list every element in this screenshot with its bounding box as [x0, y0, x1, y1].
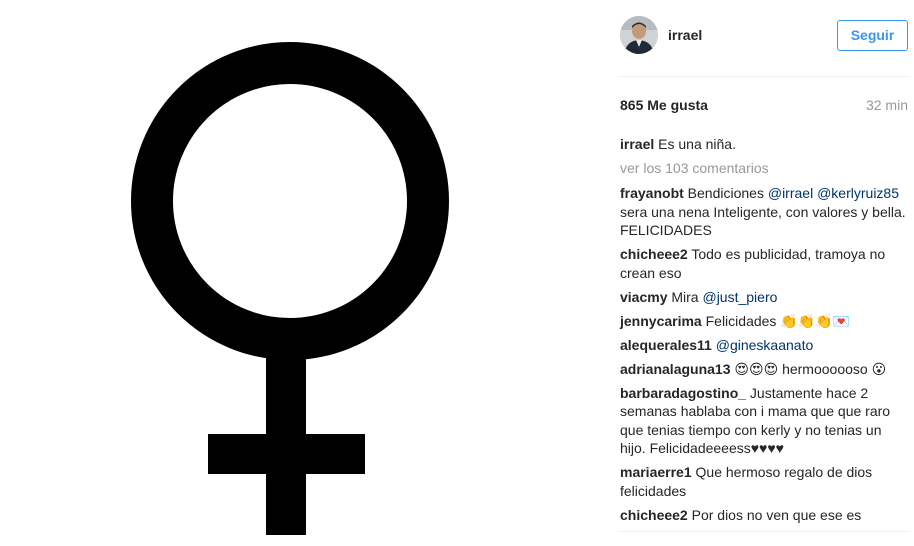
comment-username[interactable]: mariaerre1 [620, 464, 692, 480]
comment-username[interactable]: chicheee2 [620, 507, 688, 523]
comment-item: alequerales11 @gineskaanato [620, 336, 908, 355]
comment-item: jennycarima Felicidades 👏👏👏💌 [620, 312, 908, 331]
comment-text: Mira [667, 288, 703, 305]
comment-text: sera una nena Inteligente, con valores y… [620, 203, 906, 239]
view-all-comments-link[interactable]: ver los 103 comentarios [620, 160, 769, 176]
comment-username[interactable]: chicheee2 [620, 246, 688, 262]
post-header: irrael Seguir [620, 16, 908, 60]
comment-mention-link[interactable]: @irrael [768, 185, 813, 201]
comment-item: chicheee2 Por dios no ven que ese es [620, 506, 908, 525]
caption: irrael Es una niña. [620, 135, 908, 153]
comment-item: frayanobt Bendiciones @irrael @kerlyruiz… [620, 184, 908, 240]
post-image[interactable] [0, 0, 600, 546]
divider [620, 76, 908, 77]
likes-count[interactable]: 865 Me gusta [620, 97, 708, 113]
caption-username[interactable]: irrael [620, 136, 654, 152]
follow-button[interactable]: Seguir [837, 20, 908, 51]
comment-text: Felicidades 👏👏👏💌 [701, 312, 851, 329]
comment-item: chicheee2 Todo es publicidad, tramoya no… [620, 245, 908, 282]
comment-list: frayanobt Bendiciones @irrael @kerlyruiz… [620, 184, 908, 530]
comment-username[interactable]: jennycarima [620, 313, 702, 329]
avatar[interactable] [620, 16, 658, 54]
comment-item: mariaerre1 Que hermoso regalo de dios fe… [620, 463, 908, 500]
comment-text: 😍😍😍 hermoooooso 😮 [730, 360, 887, 377]
comment-mention-link[interactable]: @gineskaanato [716, 337, 814, 353]
comment-text: Bendiciones [683, 185, 768, 201]
comment-item: barbaradagostino_ Justamente hace 2 sema… [620, 384, 908, 458]
comment-username[interactable]: alequerales11 [620, 337, 712, 353]
comment-item: viacmy Mira @just_piero [620, 288, 908, 307]
post-timestamp[interactable]: 32 min [866, 97, 908, 113]
comment-item: adrianalaguna13 😍😍😍 hermoooooso 😮 [620, 360, 908, 379]
comment-username[interactable]: frayanobt [620, 185, 684, 201]
female-symbol-icon [131, 42, 449, 535]
comment-text: Por dios no ven que ese es [687, 506, 862, 523]
comment-mention-link[interactable]: @kerlyruiz85 [817, 185, 899, 201]
username[interactable]: irrael [668, 27, 702, 43]
divider [620, 531, 908, 532]
likes-row: 865 Me gusta 32 min [620, 97, 908, 115]
comment-username[interactable]: viacmy [620, 289, 667, 305]
comment-username[interactable]: barbaradagostino_ [620, 385, 746, 401]
post-sidebar: irrael Seguir 865 Me gusta 32 min irrael… [620, 0, 908, 546]
profile-photo-icon [620, 16, 658, 54]
comment-mention-link[interactable]: @just_piero [702, 289, 777, 305]
caption-text: Es una niña. [654, 136, 736, 152]
comment-username[interactable]: adrianalaguna13 [620, 361, 731, 377]
